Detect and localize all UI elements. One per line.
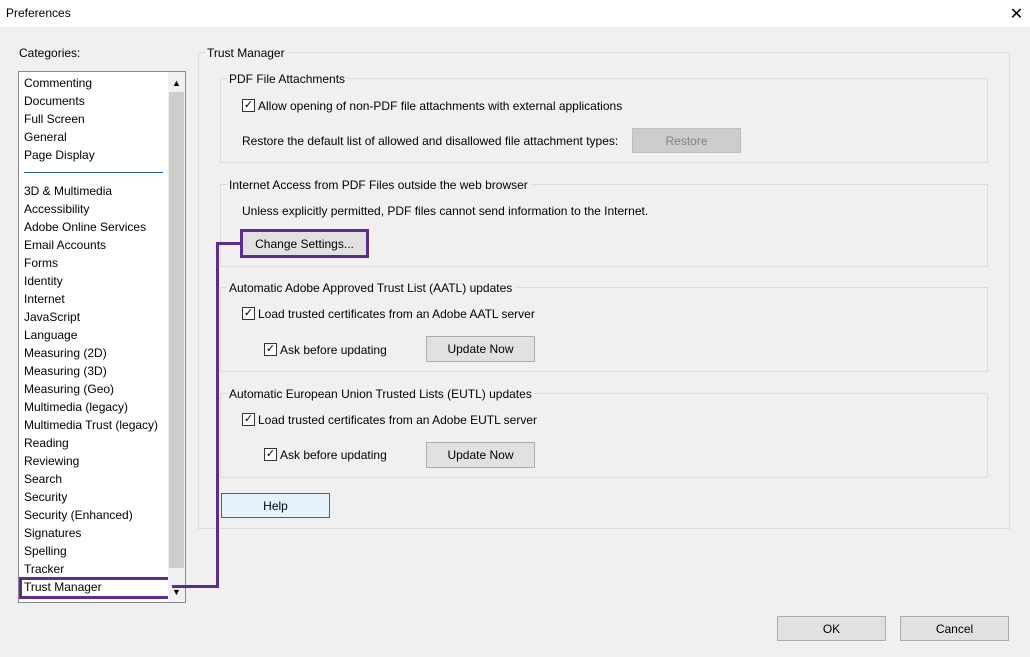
connector-line-horizontal-top: [216, 242, 242, 245]
category-item[interactable]: Signatures: [24, 524, 81, 542]
category-item[interactable]: Trust Manager: [24, 578, 102, 596]
restore-button[interactable]: Restore: [632, 128, 741, 153]
category-item[interactable]: Measuring (Geo): [24, 380, 114, 398]
category-item[interactable]: Page Display: [24, 146, 95, 164]
category-item[interactable]: Reviewing: [24, 452, 79, 470]
aatl-load-checkbox[interactable]: ✓: [242, 307, 255, 320]
category-separator: [24, 172, 163, 173]
aatl-group: [220, 287, 988, 372]
check-icon: ✓: [243, 307, 254, 319]
check-icon: ✓: [265, 448, 276, 460]
eutl-ask-checkbox[interactable]: ✓: [264, 448, 277, 461]
help-button[interactable]: Help: [221, 493, 330, 518]
category-item[interactable]: Security: [24, 488, 67, 506]
close-icon[interactable]: ✕: [1003, 0, 1030, 27]
category-item[interactable]: Reading: [24, 434, 69, 452]
trust-manager-title: Trust Manager: [205, 46, 287, 60]
category-item[interactable]: Adobe Online Services: [24, 218, 146, 236]
eutl-title: Automatic European Union Trusted Lists (…: [227, 387, 534, 401]
ok-button[interactable]: OK: [777, 616, 886, 641]
aatl-ask-label: Ask before updating: [280, 343, 387, 357]
check-icon: ✓: [243, 413, 254, 425]
connector-line-vertical: [216, 242, 219, 588]
category-item[interactable]: Search: [24, 470, 62, 488]
category-item[interactable]: Language: [24, 326, 77, 344]
eutl-load-checkbox[interactable]: ✓: [242, 413, 255, 426]
category-item[interactable]: Accessibility: [24, 200, 89, 218]
category-item[interactable]: Measuring (3D): [24, 362, 107, 380]
category-item[interactable]: JavaScript: [24, 308, 80, 326]
allow-attachments-checkbox[interactable]: ✓: [242, 99, 255, 112]
aatl-update-now-button[interactable]: Update Now: [426, 336, 535, 362]
pdf-attachments-title: PDF File Attachments: [227, 72, 348, 86]
category-item[interactable]: General: [24, 128, 67, 146]
category-item[interactable]: Email Accounts: [24, 236, 106, 254]
eutl-load-label: Load trusted certificates from an Adobe …: [258, 413, 538, 427]
scrollbar-thumb[interactable]: [169, 92, 184, 568]
window-title: Preferences: [6, 6, 71, 20]
eutl-ask-label: Ask before updating: [280, 448, 387, 462]
category-item[interactable]: Forms: [24, 254, 58, 272]
aatl-ask-checkbox[interactable]: ✓: [264, 343, 277, 356]
check-icon: ✓: [243, 99, 254, 111]
categories-label: Categories:: [19, 46, 81, 60]
category-item[interactable]: Tracker: [24, 560, 64, 578]
chevron-up-icon[interactable]: ▲: [168, 74, 185, 91]
category-item[interactable]: Multimedia Trust (legacy): [24, 416, 158, 434]
eutl-group: [220, 393, 988, 478]
eutl-update-now-button[interactable]: Update Now: [426, 442, 535, 468]
category-item[interactable]: Measuring (2D): [24, 344, 107, 362]
category-item[interactable]: Multimedia (legacy): [24, 398, 128, 416]
category-item[interactable]: Security (Enhanced): [24, 506, 133, 524]
category-item[interactable]: Internet: [24, 290, 65, 308]
check-icon: ✓: [265, 343, 276, 355]
title-bar: [0, 0, 1030, 27]
category-item[interactable]: Documents: [24, 92, 85, 110]
internet-access-title: Internet Access from PDF Files outside t…: [227, 178, 530, 192]
internet-access-description: Unless explicitly permitted, PDF files c…: [242, 204, 649, 218]
connector-line-horizontal-bottom: [172, 585, 219, 588]
category-item[interactable]: Commenting: [24, 74, 92, 92]
aatl-load-label: Load trusted certificates from an Adobe …: [258, 307, 535, 321]
change-settings-highlight: [240, 229, 369, 258]
category-item[interactable]: Identity: [24, 272, 63, 290]
categories-list[interactable]: ▲ ▼ Commenting Documents Full Screen Genera…: [18, 71, 186, 603]
allow-attachments-label: Allow opening of non-PDF file attachment…: [258, 99, 623, 113]
aatl-title: Automatic Adobe Approved Trust List (AAT…: [227, 281, 515, 295]
pdf-attachments-group: [220, 78, 988, 163]
category-item[interactable]: Spelling: [24, 542, 67, 560]
category-item[interactable]: Full Screen: [24, 110, 85, 128]
category-item[interactable]: 3D & Multimedia: [24, 182, 112, 200]
cancel-button[interactable]: Cancel: [900, 616, 1009, 641]
restore-text: Restore the default list of allowed and …: [242, 134, 619, 148]
